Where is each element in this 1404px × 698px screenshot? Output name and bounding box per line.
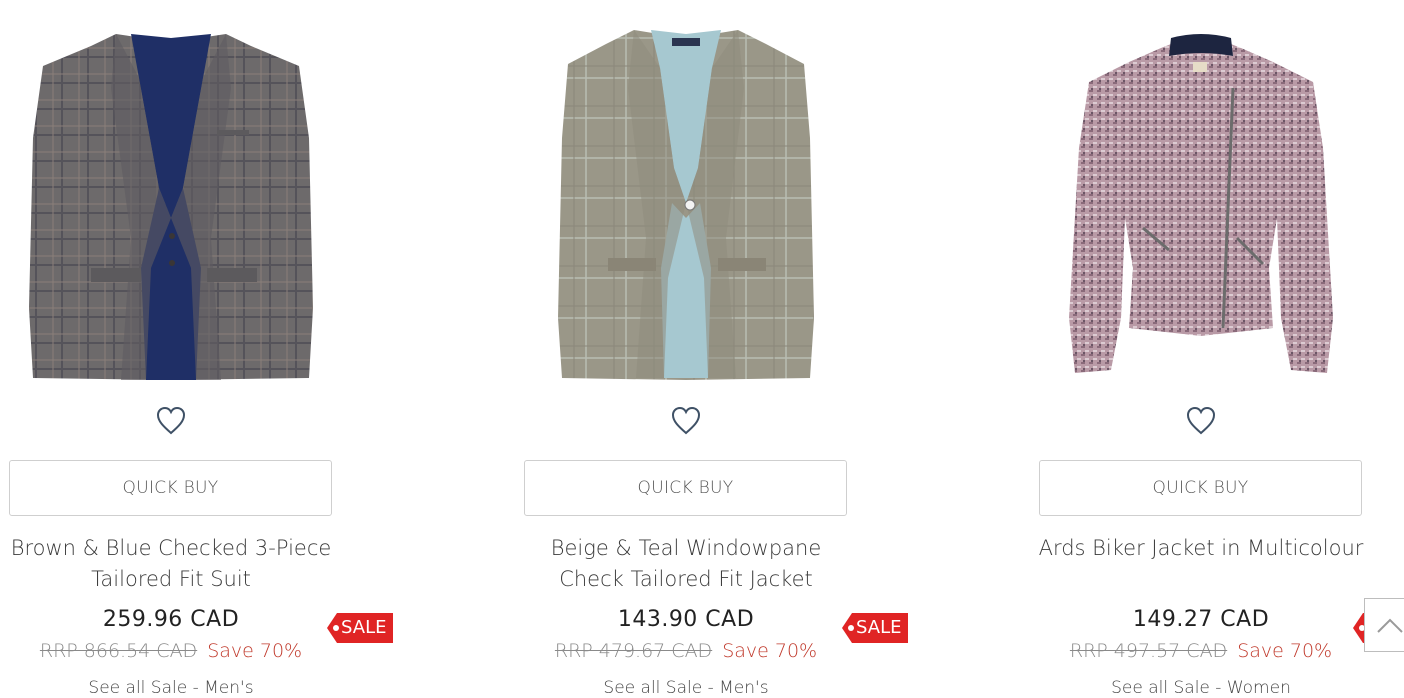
product-image-suit[interactable] [0, 18, 371, 390]
rrp-price: RRP 866.54 CAD [39, 640, 198, 662]
product-price: 149.27 CAD [1132, 607, 1270, 632]
sale-badge: SALE [842, 613, 908, 643]
price-details: RRP 497.57 CAD Save 70% [1001, 640, 1401, 662]
back-to-top-button[interactable] [1364, 598, 1404, 652]
rrp-price: RRP 497.57 CAD [1069, 640, 1228, 662]
heart-icon[interactable] [1185, 405, 1217, 437]
save-percent: Save 70% [722, 640, 818, 662]
product-card: QUICK BUY Brown & Blue Checked 3-Piece T… [0, 0, 393, 698]
quick-buy-button[interactable]: QUICK BUY [524, 460, 847, 516]
product-name[interactable]: Brown & Blue Checked 3-Piece Tailored Fi… [0, 533, 371, 595]
quick-buy-button[interactable]: QUICK BUY [9, 460, 332, 516]
see-all-link[interactable]: See all Sale - Men's [0, 678, 371, 698]
product-name-line2[interactable]: Tailored Fit Suit [0, 564, 371, 595]
sale-badge: SALE [327, 613, 393, 643]
save-percent: Save 70% [1237, 640, 1333, 662]
product-price: 143.90 CAD [617, 607, 755, 632]
product-name-line1[interactable]: Brown & Blue Checked 3-Piece [0, 533, 371, 564]
price-details: RRP 479.67 CAD Save 70% [486, 640, 886, 662]
product-name-line1[interactable]: Ards Biker Jacket in Multicolour [1001, 533, 1401, 564]
product-name-line2[interactable]: Check Tailored Fit Jacket [486, 564, 886, 595]
product-image-biker-jacket[interactable] [1001, 18, 1401, 390]
heart-icon[interactable] [670, 405, 702, 437]
save-percent: Save 70% [207, 640, 303, 662]
product-name[interactable]: Beige & Teal Windowpane Check Tailored F… [486, 533, 886, 595]
product-card: QUICK BUY Ards Biker Jacket in Multicolo… [1001, 0, 1401, 698]
quick-buy-button[interactable]: QUICK BUY [1039, 460, 1362, 516]
product-name-line1[interactable]: Beige & Teal Windowpane [486, 533, 886, 564]
product-card: QUICK BUY Beige & Teal Windowpane Check … [486, 0, 908, 698]
product-price: 259.96 CAD [102, 607, 240, 632]
rrp-price: RRP 479.67 CAD [554, 640, 713, 662]
product-image-jacket[interactable] [486, 18, 886, 390]
heart-icon[interactable] [155, 405, 187, 437]
see-all-link[interactable]: See all Sale - Women [1001, 678, 1401, 698]
product-name[interactable]: Ards Biker Jacket in Multicolour [1001, 533, 1401, 564]
see-all-link[interactable]: See all Sale - Men's [486, 678, 886, 698]
price-details: RRP 866.54 CAD Save 70% [0, 640, 371, 662]
chevron-up-icon [1377, 618, 1403, 633]
